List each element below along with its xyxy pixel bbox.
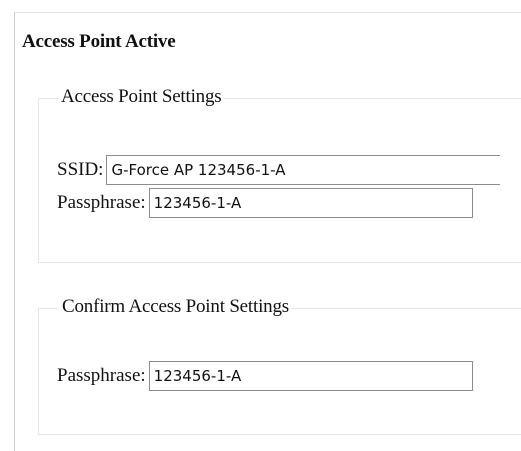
confirm-access-point-settings-legend: Confirm Access Point Settings bbox=[59, 296, 292, 318]
access-point-settings-legend: Access Point Settings bbox=[58, 86, 225, 108]
confirm-passphrase-label: Passphrase: bbox=[57, 365, 146, 386]
confirm-passphrase-row: Passphrase: bbox=[57, 361, 473, 391]
passphrase-label: Passphrase: bbox=[57, 192, 146, 213]
passphrase-input[interactable] bbox=[148, 188, 473, 218]
ssid-row: SSID: bbox=[57, 155, 501, 185]
confirm-passphrase-input[interactable] bbox=[148, 361, 473, 391]
page-title: Access Point Active bbox=[22, 31, 176, 52]
passphrase-row: Passphrase: bbox=[57, 188, 473, 218]
ssid-input[interactable] bbox=[106, 155, 501, 185]
ssid-label: SSID: bbox=[57, 159, 104, 180]
